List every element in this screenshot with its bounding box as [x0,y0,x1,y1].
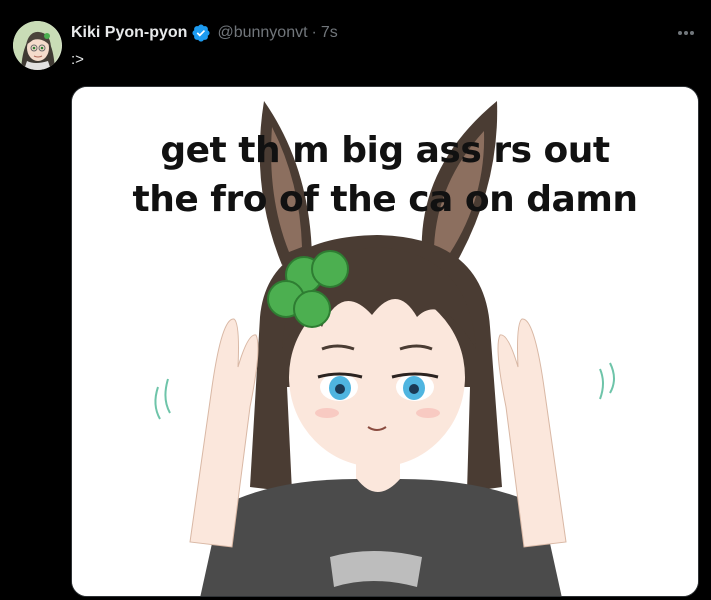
separator-dot: · [311,24,317,41]
meme-caption-line-2: the fro of the ca on damn [132,179,638,220]
tweet-media-image[interactable]: get th m big ass rs out the fro of the c… [71,86,699,597]
tweet-text: :> [71,51,84,68]
avatar[interactable] [13,21,62,70]
avatar-image [13,21,62,70]
timestamp[interactable]: 7s [321,24,338,42]
tweet-header: Kiki Pyon-pyon @bunnyonvt · 7s [71,22,338,44]
verified-badge-icon [191,23,211,43]
user-handle[interactable]: @bunnyonvt [217,24,307,42]
more-options-icon[interactable] [674,24,698,42]
display-name[interactable]: Kiki Pyon-pyon [71,24,187,42]
meme-caption-line-1: get th m big ass rs out [160,130,610,171]
tweet[interactable]: Kiki Pyon-pyon @bunnyonvt · 7s :> get th… [0,0,711,600]
